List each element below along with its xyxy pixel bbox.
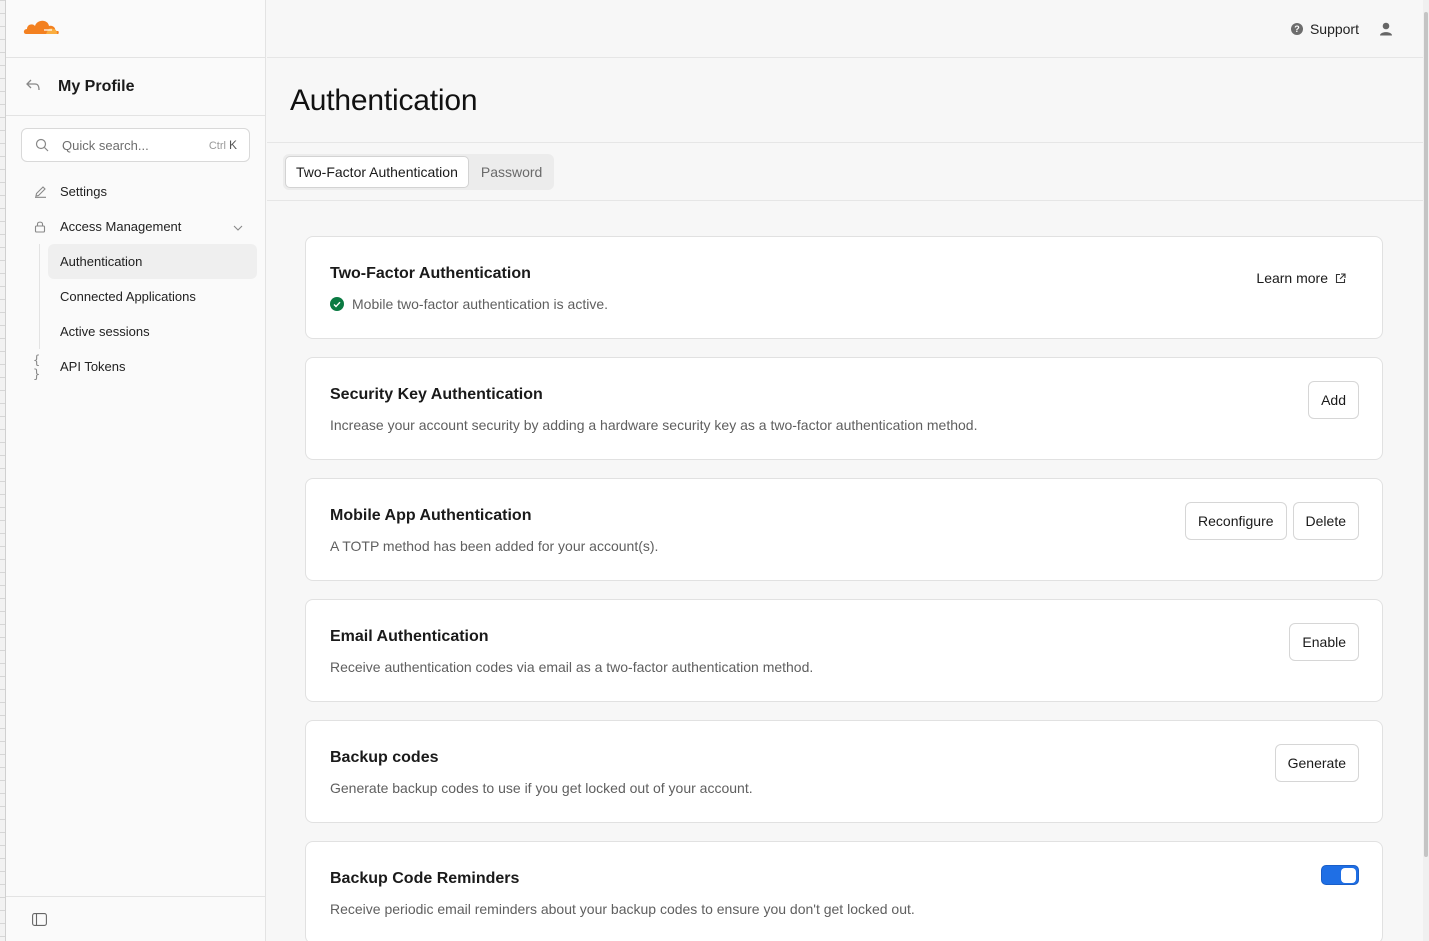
sidebar-item-authentication[interactable]: Authentication bbox=[48, 244, 257, 279]
sidebar-item-settings[interactable]: Settings bbox=[6, 174, 265, 209]
pencil-icon bbox=[33, 185, 47, 199]
search-shortcut: Ctrl K bbox=[209, 138, 237, 152]
learn-more-label: Learn more bbox=[1256, 270, 1328, 286]
profile-title: My Profile bbox=[58, 77, 135, 95]
reminders-toggle[interactable] bbox=[1321, 865, 1359, 885]
scrollbar-thumb[interactable] bbox=[1424, 12, 1428, 857]
sidebar-item-active-sessions[interactable]: Active sessions bbox=[48, 314, 257, 349]
card-title: Backup codes bbox=[330, 749, 439, 766]
auth-method-list: Two-Factor Authentication Mobile two-fac… bbox=[267, 201, 1423, 941]
sidebar: My Profile Quick search... Ctrl K Settin… bbox=[6, 0, 266, 941]
support-button[interactable]: ? Support bbox=[1290, 20, 1359, 37]
card-actions: Reconfigure Delete bbox=[1185, 502, 1359, 540]
user-avatar-icon[interactable] bbox=[1379, 22, 1393, 36]
search-shortcut-key: K bbox=[228, 138, 237, 152]
card-actions: Add bbox=[1308, 381, 1359, 419]
cloudflare-logo-icon[interactable] bbox=[22, 16, 60, 36]
delete-button[interactable]: Delete bbox=[1292, 502, 1359, 540]
card-description: Generate backup codes to use if you get … bbox=[330, 780, 753, 796]
card-description: Receive authentication codes via email a… bbox=[330, 659, 814, 675]
sidebar-item-label: Access Management bbox=[60, 219, 182, 234]
card-description: Receive periodic email reminders about y… bbox=[330, 901, 915, 917]
card-security-key: Security Key Authentication Increase you… bbox=[305, 357, 1383, 460]
chevron-down-icon[interactable] bbox=[233, 219, 243, 234]
tab-password[interactable]: Password bbox=[471, 156, 552, 188]
help-icon: ? bbox=[1290, 22, 1303, 35]
card-mobile-app: Mobile App Authentication A TOTP method … bbox=[305, 478, 1383, 581]
sidebar-item-label: Settings bbox=[60, 184, 107, 199]
check-circle-icon bbox=[330, 297, 344, 311]
tab-list: Two-Factor Authentication Password bbox=[283, 154, 555, 190]
sidebar-item-api-tokens[interactable]: { } API Tokens bbox=[6, 349, 265, 384]
card-backup-codes: Backup codes Generate backup codes to us… bbox=[305, 720, 1383, 823]
scrollbar[interactable] bbox=[1423, 0, 1429, 941]
external-link-icon bbox=[1335, 272, 1346, 283]
support-label: Support bbox=[1309, 20, 1359, 37]
page-header: Authentication bbox=[267, 58, 1423, 143]
reconfigure-button[interactable]: Reconfigure bbox=[1185, 502, 1287, 540]
sidebar-item-label: API Tokens bbox=[60, 359, 126, 374]
sidebar-footer bbox=[6, 896, 265, 941]
status-text: Mobile two-factor authentication is acti… bbox=[352, 296, 609, 312]
card-email: Email Authentication Receive authenticat… bbox=[305, 599, 1383, 702]
top-bar: ? Support bbox=[267, 0, 1423, 58]
card-description: A TOTP method has been added for your ac… bbox=[330, 538, 659, 554]
search-shortcut-mod: Ctrl bbox=[208, 140, 226, 152]
profile-back-header[interactable]: My Profile bbox=[6, 58, 265, 116]
sidebar-item-access-management[interactable]: Access Management bbox=[6, 209, 265, 244]
learn-more-link[interactable]: Learn more bbox=[1256, 270, 1346, 286]
card-title: Backup Code Reminders bbox=[330, 870, 520, 887]
back-arrow-icon[interactable] bbox=[26, 78, 42, 96]
tab-two-factor-authentication[interactable]: Two-Factor Authentication bbox=[285, 156, 469, 188]
card-actions: Generate bbox=[1274, 744, 1359, 782]
card-description: Increase your account security by adding… bbox=[330, 417, 978, 433]
card-title: Email Authentication bbox=[330, 628, 489, 645]
page-title: Authentication bbox=[290, 84, 478, 117]
quick-search-input[interactable]: Quick search... Ctrl K bbox=[21, 128, 250, 162]
card-backup-reminders: Backup Code Reminders Receive periodic e… bbox=[305, 841, 1383, 941]
enable-email-button[interactable]: Enable bbox=[1289, 623, 1359, 661]
add-security-key-button[interactable]: Add bbox=[1308, 381, 1359, 419]
card-description: Mobile two-factor authentication is acti… bbox=[330, 296, 1358, 312]
toggle-knob bbox=[1341, 868, 1356, 883]
lock-icon bbox=[33, 220, 47, 234]
generate-codes-button[interactable]: Generate bbox=[1274, 744, 1359, 782]
main-content: ? Support Authentication Two-Factor Auth… bbox=[267, 0, 1423, 941]
access-management-submenu: Authentication Connected Applications Ac… bbox=[39, 244, 265, 349]
braces-icon: { } bbox=[33, 352, 41, 381]
card-actions: Enable bbox=[1289, 623, 1359, 661]
search-placeholder: Quick search... bbox=[62, 137, 149, 153]
card-two-factor: Two-Factor Authentication Mobile two-fac… bbox=[305, 236, 1383, 339]
search-icon bbox=[35, 138, 49, 152]
card-title: Security Key Authentication bbox=[330, 386, 543, 403]
collapse-sidebar-icon[interactable] bbox=[32, 913, 47, 926]
card-title: Two-Factor Authentication bbox=[330, 265, 531, 282]
logo-area bbox=[6, 0, 265, 58]
sidebar-nav: Settings Access Management Authenticatio… bbox=[6, 174, 265, 384]
sidebar-item-connected-applications[interactable]: Connected Applications bbox=[48, 279, 257, 314]
tabs-row: Two-Factor Authentication Password bbox=[267, 143, 1423, 201]
